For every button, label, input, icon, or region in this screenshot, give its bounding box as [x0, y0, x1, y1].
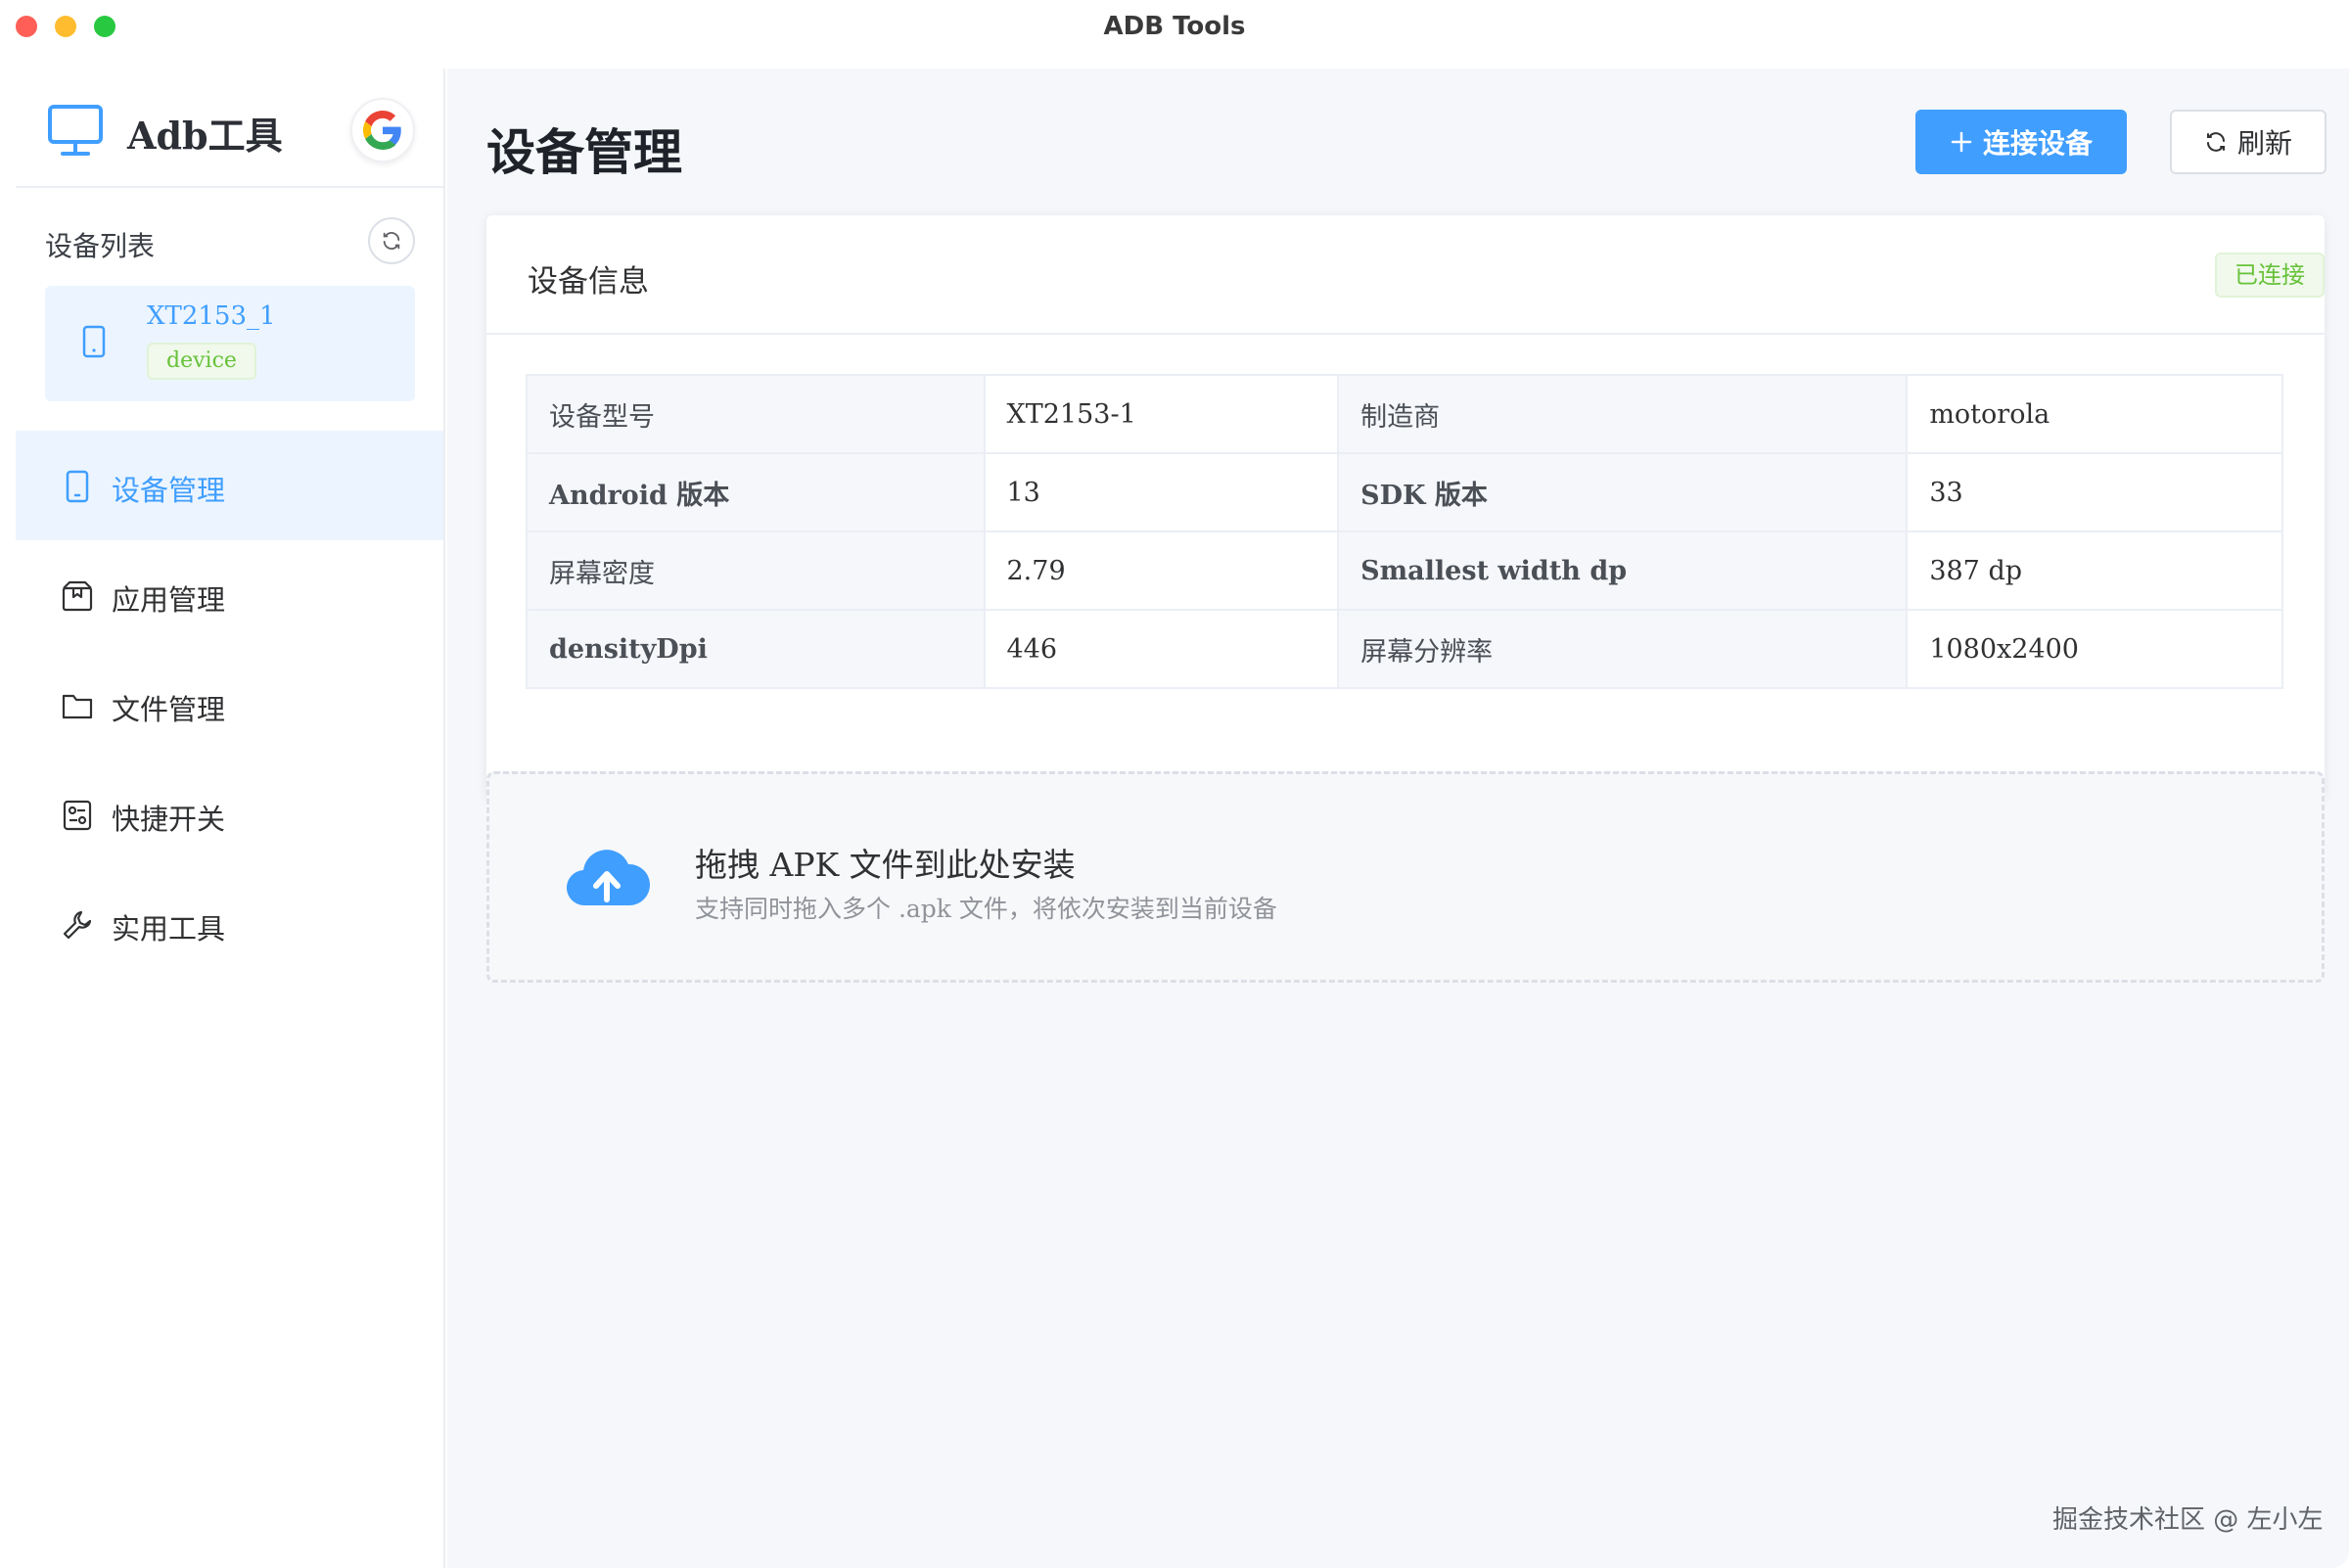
phone-icon — [82, 325, 106, 358]
device-info-card: 设备信息 已连接 设备型号 XT2153-1 制造商 motorola Andr… — [486, 215, 2325, 799]
brand-header: Adb工具 — [16, 69, 443, 188]
card-header: 设备信息 已连接 — [486, 215, 2325, 335]
label-smallest-width: Smallest width dp — [1337, 530, 1909, 611]
value-resolution: 1080x2400 — [1906, 609, 2283, 689]
label-android-version: Android 版本 — [526, 452, 986, 532]
nav-quick-switches[interactable]: 快捷开关 — [16, 760, 443, 869]
wrench-icon — [63, 910, 92, 940]
refresh-icon — [2206, 132, 2225, 152]
nav-label: 设备管理 — [112, 474, 226, 507]
table-row: Android 版本 13 SDK 版本 33 — [526, 452, 2283, 532]
nav-device-management[interactable]: 设备管理 — [16, 431, 443, 540]
nav-label: 快捷开关 — [112, 803, 226, 836]
folder-icon — [62, 694, 93, 719]
table-row: densityDpi 446 屏幕分辨率 1080x2400 — [526, 609, 2283, 689]
table-row: 设备型号 XT2153-1 制造商 motorola — [526, 374, 2283, 454]
watermark: 掘金技术社区 @ 左小左 — [2052, 1505, 2324, 1535]
value-sdk-version: 33 — [1906, 452, 2283, 532]
device-name: XT2153_1 — [147, 301, 276, 331]
page-title: 设备管理 — [486, 123, 682, 181]
monitor-icon — [48, 105, 103, 156]
app-name: Adb工具 — [127, 114, 283, 158]
table-row: 屏幕密度 2.79 Smallest width dp 387 dp — [526, 530, 2283, 611]
nav-file-management[interactable]: 文件管理 — [16, 650, 443, 760]
google-button[interactable] — [350, 98, 415, 162]
value-screen-density: 2.79 — [983, 530, 1340, 611]
device-info-table: 设备型号 XT2153-1 制造商 motorola Android 版本 13… — [526, 374, 2283, 689]
nav-label: 应用管理 — [112, 583, 226, 617]
dropzone-title: 拖拽 APK 文件到此处安装 — [695, 846, 1076, 884]
label-density-dpi: densityDpi — [526, 609, 986, 689]
card-title: 设备信息 — [528, 264, 649, 300]
nav-utilities[interactable]: 实用工具 — [16, 869, 443, 979]
value-android-version: 13 — [983, 452, 1340, 532]
tablet-icon — [66, 470, 89, 503]
plus-icon — [1951, 131, 1972, 153]
status-badge: 已连接 — [2215, 253, 2325, 298]
refresh-icon — [383, 232, 400, 250]
nav-label: 实用工具 — [112, 912, 226, 945]
connect-device-label: 连接设备 — [1982, 127, 2093, 160]
google-icon — [363, 111, 401, 150]
title-bar: ADB Tools — [0, 0, 2349, 69]
cloud-upload-icon — [566, 850, 650, 906]
value-smallest-width: 387 dp — [1906, 530, 2283, 611]
value-model: XT2153-1 — [983, 374, 1340, 454]
refresh-devices-button[interactable] — [368, 217, 415, 264]
dropzone-subtitle: 支持同时拖入多个 .apk 文件，将依次安装到当前设备 — [695, 895, 1277, 923]
device-list-title: 设备列表 — [45, 230, 156, 262]
label-sdk-version: SDK 版本 — [1337, 452, 1909, 532]
label-manufacturer: 制造商 — [1337, 374, 1909, 454]
window-title: ADB Tools — [1103, 12, 1246, 41]
package-icon — [62, 580, 93, 612]
refresh-label: 刷新 — [2236, 127, 2292, 160]
apk-dropzone[interactable]: 拖拽 APK 文件到此处安装 支持同时拖入多个 .apk 文件，将依次安装到当前… — [486, 771, 2325, 983]
app-window: ADB Tools Adb工具 设备列表 XT2153_1 device 设备管… — [0, 0, 2349, 1568]
label-model: 设备型号 — [526, 374, 986, 454]
label-resolution: 屏幕分辨率 — [1337, 609, 1909, 689]
connect-device-button[interactable]: 连接设备 — [1915, 110, 2127, 174]
main-content: 设备管理 连接设备 刷新 设备信息 已连接 设备型号 XT2153-1 制造商 … — [447, 69, 2349, 1568]
sidebar: Adb工具 设备列表 XT2153_1 device 设备管理 应用管理 文件管… — [0, 69, 445, 1568]
device-item[interactable]: XT2153_1 device — [45, 286, 415, 401]
label-screen-density: 屏幕密度 — [526, 530, 986, 611]
value-density-dpi: 446 — [983, 609, 1340, 689]
nav-app-management[interactable]: 应用管理 — [16, 540, 443, 650]
value-manufacturer: motorola — [1906, 374, 2283, 454]
refresh-button[interactable]: 刷新 — [2170, 110, 2326, 174]
switches-icon — [63, 800, 92, 831]
device-state-tag: device — [147, 343, 256, 380]
nav-label: 文件管理 — [112, 693, 226, 726]
